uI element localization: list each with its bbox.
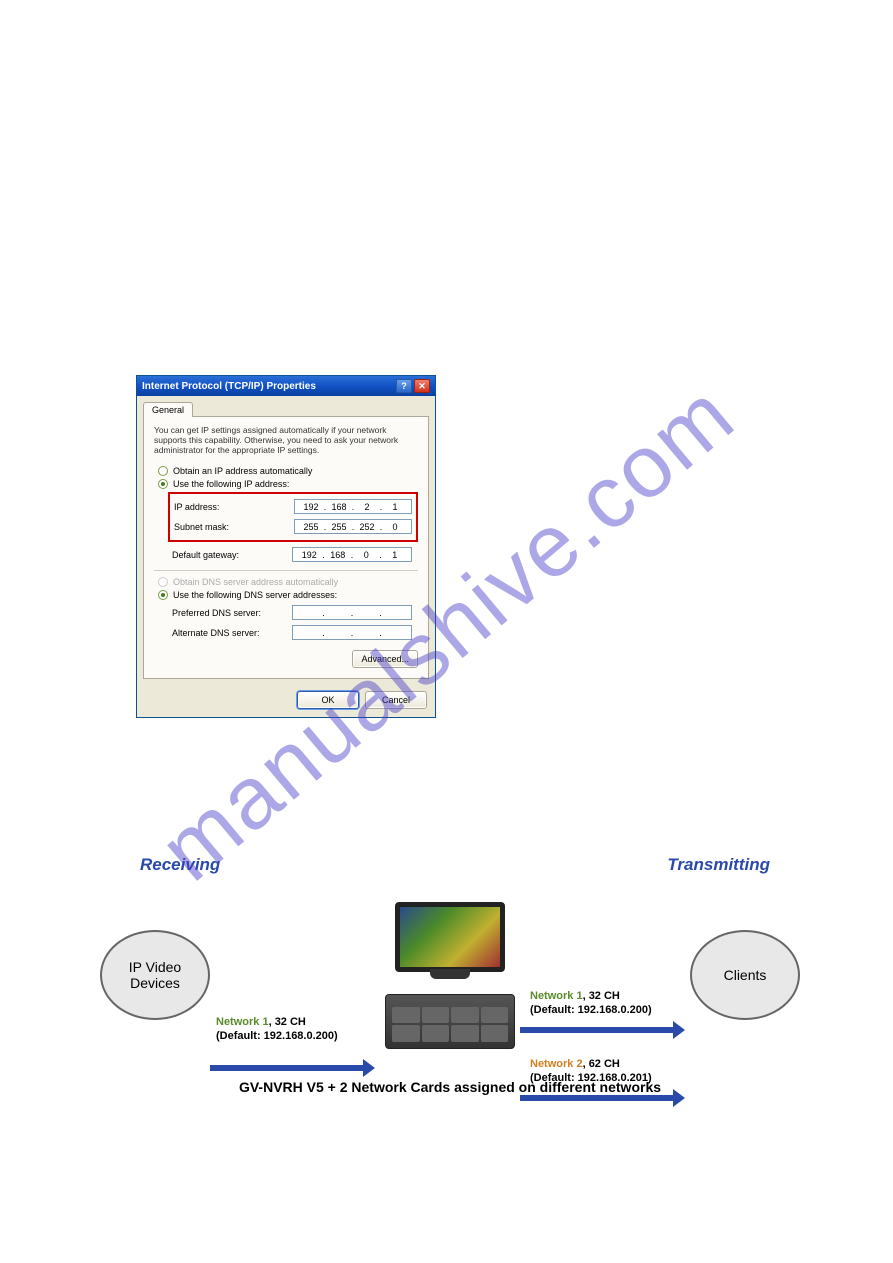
radio-icon: [158, 466, 168, 476]
rx-network-1-name: Network 1: [216, 1016, 269, 1028]
tx-network-1-ch: , 32 CH: [583, 990, 620, 1002]
clients-node: Clients: [690, 930, 800, 1020]
radio-label: Obtain an IP address automatically: [173, 466, 312, 476]
subnet-mask-input[interactable]: 255. 255. 252. 0: [294, 519, 412, 534]
tab-general[interactable]: General: [143, 402, 193, 417]
tx-network-1-default: (Default: 192.168.0.200): [530, 1004, 652, 1016]
default-gateway-input[interactable]: 192. 168. 0. 1: [292, 547, 412, 562]
tx-network-2-name: Network 2: [530, 1058, 583, 1070]
radio-icon: [158, 577, 168, 587]
alternate-dns-input[interactable]: ...: [292, 625, 412, 640]
rx-network-1-default: (Default: 192.168.0.200): [216, 1030, 338, 1042]
ip-video-devices-node: IP Video Devices: [100, 930, 210, 1020]
tab-strip: General: [137, 396, 435, 416]
radio-icon: [158, 479, 168, 489]
alternate-dns-label: Alternate DNS server:: [172, 628, 292, 638]
radio-use-following-dns[interactable]: Use the following DNS server addresses:: [158, 590, 414, 600]
radio-label: Use the following DNS server addresses:: [173, 590, 337, 600]
radio-obtain-ip-auto[interactable]: Obtain an IP address automatically: [158, 466, 414, 476]
nvr-system-node: [380, 902, 520, 1049]
preferred-dns-label: Preferred DNS server:: [172, 608, 292, 618]
tx-network-2-ch: , 62 CH: [583, 1058, 620, 1070]
highlighted-ip-fields: IP address: 192. 168. 2. 1 Subnet mask: …: [168, 492, 418, 542]
ip-address-label: IP address:: [174, 502, 294, 512]
cancel-button[interactable]: Cancel: [365, 691, 427, 709]
close-button[interactable]: ✕: [414, 379, 430, 393]
network-diagram: Receiving Transmitting IP Video Devices …: [100, 885, 800, 1095]
tx-network-2-default: (Default: 192.168.0.201): [530, 1072, 652, 1084]
subnet-mask-label: Subnet mask:: [174, 522, 294, 532]
help-button[interactable]: ?: [396, 379, 412, 393]
receiving-heading: Receiving: [140, 855, 220, 875]
transmitting-heading: Transmitting: [667, 855, 770, 875]
radio-obtain-dns-auto: Obtain DNS server address automatically: [158, 577, 414, 587]
radio-use-following-ip[interactable]: Use the following IP address:: [158, 479, 414, 489]
dialog-title: Internet Protocol (TCP/IP) Properties: [142, 381, 316, 392]
help-text: You can get IP settings assigned automat…: [154, 425, 418, 456]
advanced-button[interactable]: Advanced...: [352, 650, 418, 668]
arrow-icon: [520, 1095, 675, 1101]
radio-label: Obtain DNS server address automatically: [173, 577, 338, 587]
tcpip-properties-dialog: Internet Protocol (TCP/IP) Properties ? …: [136, 375, 436, 718]
preferred-dns-input[interactable]: ...: [292, 605, 412, 620]
arrow-icon: [520, 1027, 675, 1033]
monitor-icon: [395, 902, 505, 972]
nvr-rack-icon: [385, 994, 515, 1049]
arrow-icon: [210, 1065, 365, 1071]
radio-icon: [158, 590, 168, 600]
ip-address-input[interactable]: 192. 168. 2. 1: [294, 499, 412, 514]
default-gateway-label: Default gateway:: [172, 550, 292, 560]
tx-network-1-name: Network 1: [530, 990, 583, 1002]
ok-button[interactable]: OK: [297, 691, 359, 709]
radio-label: Use the following IP address:: [173, 479, 289, 489]
dialog-titlebar: Internet Protocol (TCP/IP) Properties ? …: [137, 376, 435, 396]
diagram-caption: GV-NVRH V5 + 2 Network Cards assigned on…: [100, 1079, 800, 1095]
rx-network-1-ch: , 32 CH: [269, 1016, 306, 1028]
